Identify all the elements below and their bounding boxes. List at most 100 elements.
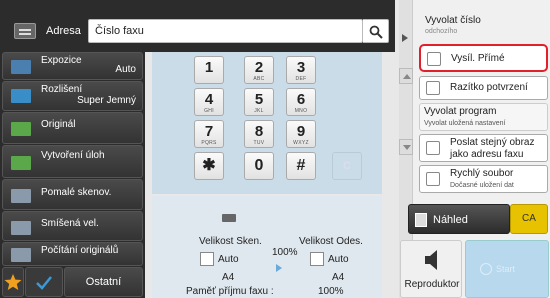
key-digit: 3	[296, 59, 306, 76]
favorite-button[interactable]	[2, 267, 24, 297]
mixed-size-icon	[11, 221, 31, 235]
scan-paper-size: A4	[222, 272, 235, 283]
key-digit: 0	[254, 157, 264, 174]
recall-number-sub: odchozího	[425, 28, 458, 35]
sidebar-item-label: Pomalé skenov.	[41, 187, 112, 198]
preview-button[interactable]: Náhled	[408, 204, 510, 234]
stamp-option[interactable]: Razítko potvrzení	[419, 76, 548, 100]
sidebar-item-slow-scan[interactable]: Pomalé skenov.	[2, 179, 143, 210]
preview-label: Náhled	[433, 214, 468, 226]
slow-scan-icon	[11, 189, 31, 203]
key-1[interactable]: 1	[194, 56, 224, 84]
same-image-option[interactable]: Poslat stejný obraz jako adresu faxu	[419, 134, 548, 162]
key-digit: 9	[296, 123, 306, 140]
start-label: Start	[496, 264, 516, 274]
key-digit: 7	[204, 123, 214, 140]
checkmark-icon	[36, 276, 52, 290]
original-count-icon	[11, 248, 31, 262]
sidebar-item-exposure[interactable]: Expozice Auto	[2, 52, 143, 80]
send-paper-size: A4	[332, 272, 345, 283]
clear-key-label: C	[343, 160, 351, 172]
key-letters: MNO	[294, 108, 308, 114]
scroll-down-button[interactable]	[399, 139, 413, 155]
scroll-up-button[interactable]	[399, 68, 413, 84]
scan-info-panel: Velikost Sken. Velikost Odes. 100% Auto …	[152, 196, 382, 298]
other-button[interactable]: Ostatní	[64, 267, 143, 297]
exposure-icon	[11, 60, 31, 74]
start-button[interactable]: Start	[465, 240, 549, 298]
clear-all-button[interactable]: CA	[510, 204, 548, 234]
key-9[interactable]: 9 WXYZ	[286, 120, 316, 148]
arrow-right-icon	[276, 264, 282, 272]
scan-size-mode: Auto	[218, 254, 239, 265]
send-document-icon	[310, 252, 324, 266]
key-digit: ✱	[202, 157, 216, 174]
sidebar-item-original[interactable]: Originál	[2, 112, 143, 144]
recall-program-button[interactable]: Vyvolat program Vyvolat uložená nastaven…	[419, 103, 548, 131]
key-digit: 5	[254, 91, 264, 108]
key-star[interactable]: ✱	[194, 152, 224, 180]
clear-key[interactable]: C	[332, 152, 362, 180]
recall-program-label: Vyvolat program	[424, 106, 497, 117]
speaker-button[interactable]: Reproduktor	[400, 240, 462, 298]
key-letters: ABC	[253, 76, 265, 82]
sidebar-item-original-count[interactable]: Počítání originálů	[2, 242, 143, 266]
original-icon	[11, 122, 31, 136]
sidebar-item-mixed-size[interactable]: Smíšená vel.	[2, 211, 143, 241]
search-icon	[369, 25, 383, 39]
sidebar-item-value: Super Jemný	[77, 95, 136, 106]
search-button[interactable]	[363, 19, 389, 43]
fax-number-input[interactable]: Číslo faxu	[88, 19, 363, 43]
key-7[interactable]: 7 PQRS	[194, 120, 224, 148]
send-size-mode: Auto	[328, 254, 349, 265]
sidebar-item-job-build[interactable]: Vytvoření úloh	[2, 145, 143, 178]
memory-value: 100%	[318, 286, 344, 297]
recall-number-label[interactable]: Vyvolat číslo	[425, 15, 481, 27]
same-image-label-1: Poslat stejný obraz	[450, 137, 535, 148]
sidebar-item-label: Rozlišení	[41, 84, 83, 95]
key-hash[interactable]: #	[286, 152, 316, 180]
expand-arrow-icon[interactable]	[402, 34, 408, 42]
settings-sidebar: Expozice Auto Rozlišení Super Jemný Orig…	[0, 52, 145, 298]
key-digit: 4	[204, 91, 214, 108]
key-6[interactable]: 6 MNO	[286, 88, 316, 116]
key-3[interactable]: 3 DEF	[286, 56, 316, 84]
key-digit: 8	[254, 123, 264, 140]
speaker-label: Reproduktor	[404, 279, 460, 290]
key-4[interactable]: 4 GHI	[194, 88, 224, 116]
preview-icon	[415, 213, 427, 227]
quick-file-option[interactable]: Rychlý soubor Dočasné uložení dat	[419, 165, 548, 193]
address-label[interactable]: Adresa	[46, 23, 81, 39]
resolution-icon	[11, 89, 31, 103]
scanner-icon	[222, 214, 236, 222]
same-image-checkbox[interactable]	[426, 141, 440, 155]
ratio-value: 100%	[272, 247, 298, 258]
send-size-label: Velikost Odes.	[299, 236, 363, 247]
direct-send-checkbox[interactable]	[427, 52, 441, 66]
key-letters: DEF	[295, 76, 307, 82]
direct-send-option[interactable]: Vysíl. Přímé	[419, 44, 548, 72]
job-build-icon	[11, 156, 31, 170]
address-book-icon[interactable]	[14, 23, 36, 39]
stamp-checkbox[interactable]	[426, 81, 440, 95]
key-5[interactable]: 5 JKL	[244, 88, 274, 116]
quick-file-label: Rychlý soubor	[450, 168, 514, 179]
recall-program-sub: Vyvolat uložená nastavení	[424, 120, 506, 127]
key-letters: PQRS	[201, 140, 217, 146]
speaker-icon	[425, 250, 437, 270]
same-image-label-2: jako adresu faxu	[450, 149, 524, 160]
scan-size-label: Velikost Sken.	[199, 236, 262, 247]
key-2[interactable]: 2 ABC	[244, 56, 274, 84]
check-button[interactable]	[25, 267, 63, 297]
sidebar-item-label: Smíšená vel.	[41, 218, 99, 229]
key-digit: 2	[254, 59, 264, 76]
quick-file-checkbox[interactable]	[426, 172, 440, 186]
numeric-keypad: 1 2 ABC 3 DEF 4 GHI 5 JKL 6 MNO 7 PQRS 8 TUV 9W…	[152, 52, 382, 194]
key-8[interactable]: 8 TUV	[244, 120, 274, 148]
quick-file-sub: Dočasné uložení dat	[450, 182, 514, 189]
sidebar-item-resolution[interactable]: Rozlišení Super Jemný	[2, 81, 143, 111]
key-0[interactable]: 0	[244, 152, 274, 180]
key-letters: WXYZ	[293, 140, 309, 146]
sidebar-item-label: Originál	[41, 119, 76, 130]
key-digit: #	[296, 157, 306, 174]
